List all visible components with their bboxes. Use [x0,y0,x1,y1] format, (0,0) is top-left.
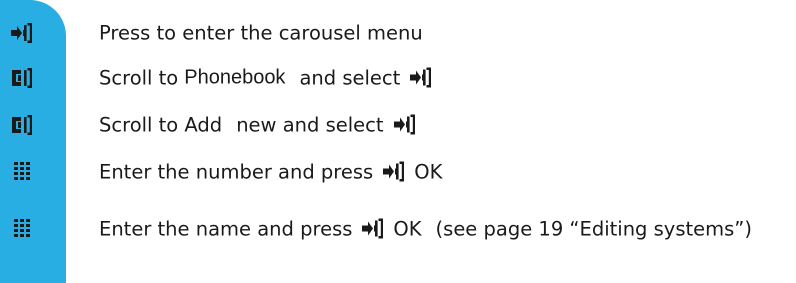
step-5-text: Enter the name and press OK (see page 19… [99,218,752,241]
menu-ok-key-icon [408,66,434,88]
instruction-text: Scroll to [99,66,179,90]
instruction-text: new and select [236,113,384,137]
menu-ok-key-icon [392,113,418,135]
keypad-icon [8,215,36,243]
instruction-text: Press to enter the carousel menu [99,21,423,45]
step-1-text: Press to enter the carousel menu [99,22,423,45]
step-4-text: Enter the number and press OK [99,161,442,184]
ok-label: OK [393,217,422,241]
step-1: Press to enter the carousel menu [0,13,796,53]
step-3-text: Scroll to Add new and select [99,114,425,137]
page-reference: (see page 19 “Editing systems”) [435,217,753,241]
instruction-text: Enter the name and press [99,217,353,241]
ok-label: OK [414,160,443,184]
step-5: Enter the name and press OK (see page 19… [0,209,796,249]
step-2-text: Scroll to Phonebook and select [99,67,441,90]
phonebook-label: Phonebook [184,66,286,89]
instruction-text: and select [299,66,401,90]
step-2: Scroll to Phonebook and select [0,58,796,98]
instruction-text: Scroll to Add [99,113,223,137]
menu-ok-key-icon [381,160,407,182]
scroll-key-icon [8,64,36,92]
step-3: Scroll to Add new and select [0,105,796,145]
menu-ok-key-icon [360,217,386,239]
step-4: Enter the number and press OK [0,152,796,192]
menu-ok-key-icon [8,19,36,47]
keypad-icon [8,158,36,186]
scroll-key-icon [8,111,36,139]
instruction-text: Enter the number and press [99,160,374,184]
